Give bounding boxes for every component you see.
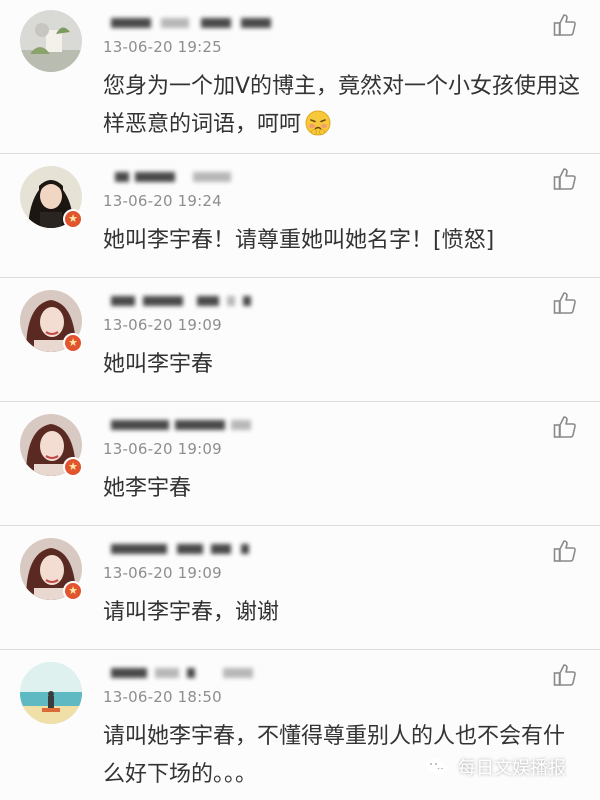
- comment-item: ★ 13-06-20 19:24 她叫李宇春！请尊重她叫她名字！[愤怒]: [0, 154, 600, 278]
- verified-v-badge-icon: ★: [63, 581, 83, 601]
- username-blurred[interactable]: [103, 412, 273, 436]
- username-blurred[interactable]: [103, 10, 273, 34]
- comment-item: ★ 13-06-20 19:09 请叫李宇春，谢谢: [0, 526, 600, 650]
- comment-item: ★ 13-06-20 19:09 她叫李宇春: [0, 278, 600, 402]
- comment-item: ★ 13-06-20 19:09 她李宇春: [0, 402, 600, 526]
- avatar[interactable]: [20, 10, 82, 72]
- thumbs-up-icon[interactable]: [552, 662, 578, 688]
- avatar[interactable]: [20, 662, 82, 724]
- thumbs-up-icon[interactable]: [552, 12, 578, 38]
- comment-timestamp: 13-06-20 19:09: [103, 316, 222, 334]
- comment-list: 13-06-20 19:25 您身为一个加V的博主，竟然对一个小女孩使用这样恶意…: [0, 0, 600, 800]
- thumbs-up-icon[interactable]: [552, 414, 578, 440]
- comment-item: 13-06-20 19:25 您身为一个加V的博主，竟然对一个小女孩使用这样恶意…: [0, 0, 600, 154]
- comment-text: 您身为一个加V的博主，竟然对一个小女孩使用这样恶意的词语，呵呵: [103, 68, 583, 144]
- verified-v-badge-icon: ★: [63, 209, 83, 229]
- thumbs-up-icon[interactable]: [552, 290, 578, 316]
- comment-timestamp: 13-06-20 19:09: [103, 440, 222, 458]
- watermark: 每日文娱播报: [424, 752, 566, 782]
- comment-text: 她李宇春: [103, 476, 192, 501]
- username-blurred[interactable]: [103, 164, 273, 188]
- comment-text: 请叫李宇春，谢谢: [103, 600, 280, 625]
- comment-timestamp: 13-06-20 18:50: [103, 688, 222, 706]
- verified-v-badge-icon: ★: [63, 457, 83, 477]
- thumbs-up-icon[interactable]: [552, 166, 578, 192]
- comment-text: 她叫李宇春: [103, 352, 214, 377]
- comment-timestamp: 13-06-20 19:09: [103, 564, 222, 582]
- username-blurred[interactable]: [103, 536, 273, 560]
- username-blurred[interactable]: [103, 660, 273, 684]
- watermark-text: 每日文娱播报: [458, 758, 566, 779]
- verified-v-badge-icon: ★: [63, 333, 83, 353]
- comment-text-body: 您身为一个加V的博主，竟然对一个小女孩使用这样恶意的词语，呵呵: [103, 74, 581, 137]
- comment-timestamp: 13-06-20 19:24: [103, 192, 222, 210]
- thumbs-up-icon[interactable]: [552, 538, 578, 564]
- comment-text: 她叫李宇春！请尊重她叫她名字！[愤怒]: [103, 228, 495, 253]
- comment-timestamp: 13-06-20 19:25: [103, 38, 222, 56]
- shy-face-emoji-icon: [305, 110, 331, 136]
- wechat-icon: [424, 755, 448, 779]
- username-blurred[interactable]: [103, 288, 273, 312]
